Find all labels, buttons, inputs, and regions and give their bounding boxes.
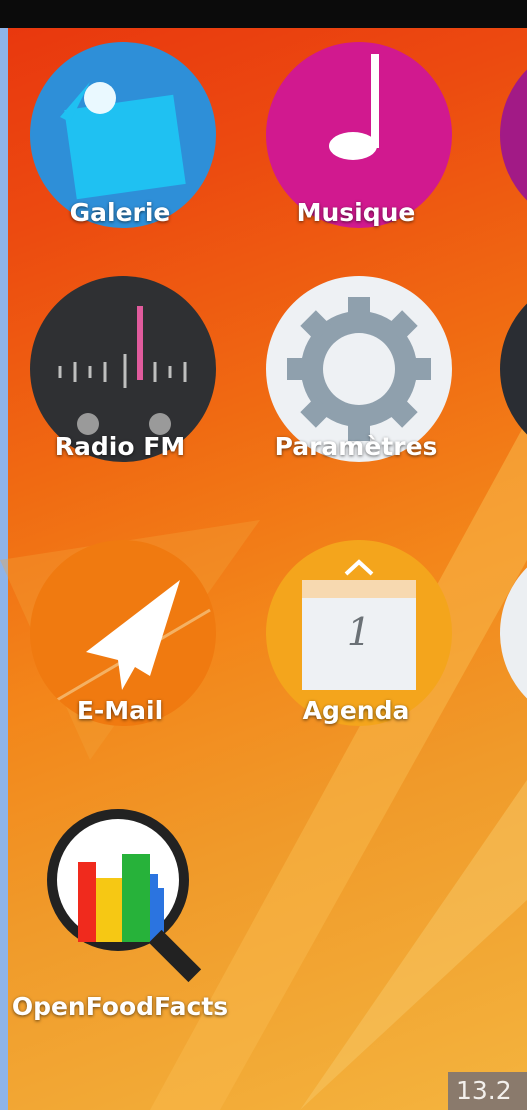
calendar-day: 1 xyxy=(346,610,372,654)
app-icon-partial xyxy=(500,42,527,228)
app-agenda[interactable]: 1 Agenda xyxy=(256,540,456,790)
app-galerie[interactable]: Galerie xyxy=(20,42,220,292)
home-screen: Galerie Musique Radio FM Paramètres E-Ma… xyxy=(0,0,527,1110)
app-label: Agenda xyxy=(302,696,410,725)
openfoodfacts-icon xyxy=(30,806,216,992)
app-partial-right-3[interactable] xyxy=(490,540,527,790)
app-label: Musique xyxy=(296,198,416,227)
status-bar xyxy=(0,0,527,28)
app-label: Paramètres xyxy=(274,432,438,461)
app-email[interactable]: E-Mail xyxy=(20,540,220,790)
app-musique[interactable]: Musique xyxy=(256,42,456,292)
app-label: E-Mail xyxy=(76,696,164,725)
app-icon-partial xyxy=(500,540,527,726)
app-label: Galerie xyxy=(69,198,171,227)
app-openfoodfacts[interactable]: OpenFoodFacts xyxy=(12,806,228,1056)
app-parametres[interactable]: Paramètres xyxy=(256,276,456,526)
app-partial-right-1[interactable] xyxy=(490,42,527,292)
app-label: OpenFoodFacts xyxy=(11,992,229,1021)
corner-badge: 13.2 xyxy=(448,1072,527,1110)
screen-edge xyxy=(0,28,8,1110)
app-partial-right-2[interactable] xyxy=(490,276,527,526)
app-icon-partial xyxy=(500,276,527,462)
app-radio-fm[interactable]: Radio FM xyxy=(20,276,220,526)
app-label: Radio FM xyxy=(54,432,186,461)
